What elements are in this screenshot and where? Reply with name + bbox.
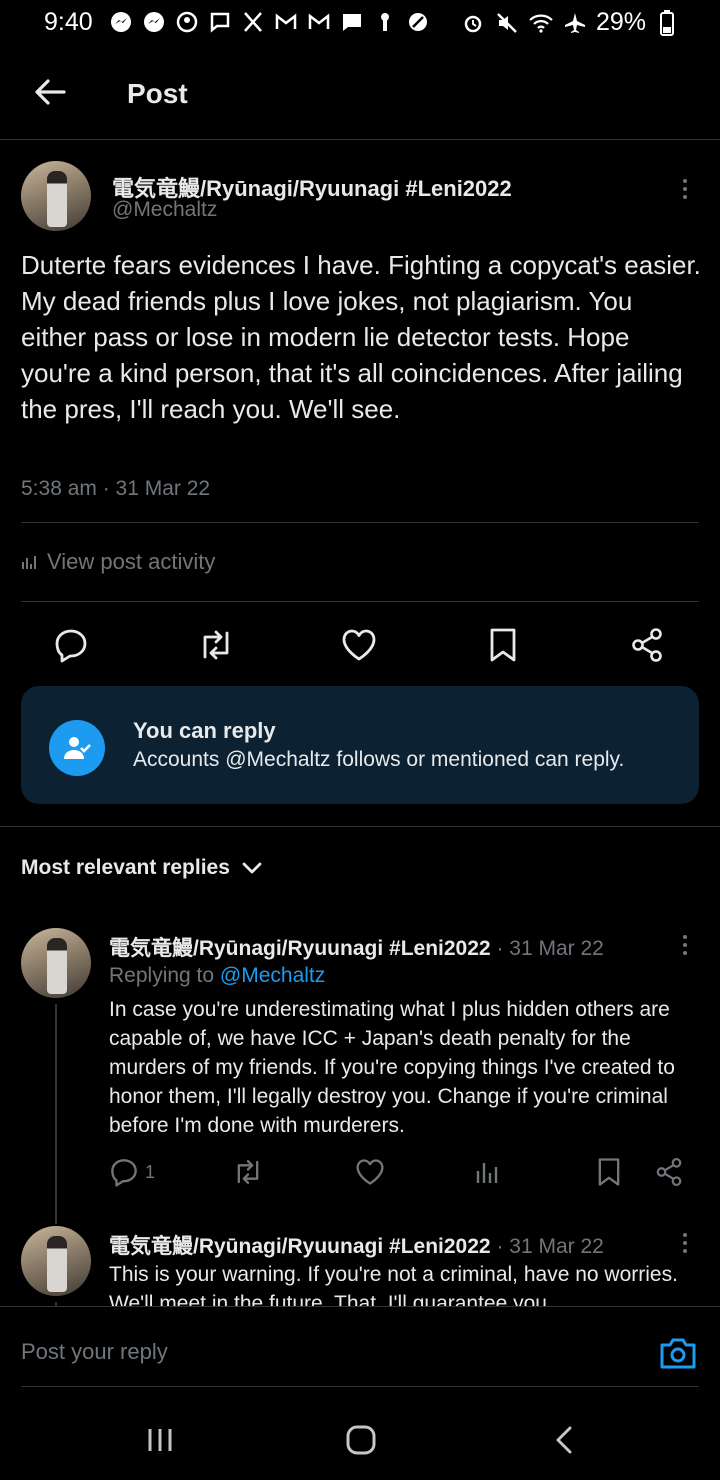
- bookmark-icon: [490, 628, 516, 662]
- repost-button[interactable]: [231, 1152, 265, 1192]
- notification-icons: [108, 9, 431, 35]
- analytics-icon: [476, 1163, 498, 1183]
- bookmark-button[interactable]: [596, 1152, 622, 1192]
- sort-label: Most relevant replies: [21, 856, 230, 879]
- home-button[interactable]: [331, 1420, 391, 1460]
- divider: [21, 1386, 699, 1387]
- messenger-icon: [141, 9, 167, 35]
- post-action-bar: [0, 623, 720, 667]
- system-back-button[interactable]: [534, 1420, 594, 1460]
- share-button[interactable]: [625, 623, 669, 667]
- reply-author-line[interactable]: 電気竜鰻/Ryūnagi/Ryuunagi #Leni2022 · 31 Mar…: [109, 1230, 604, 1260]
- reply-author-name: 電気竜鰻/Ryūnagi/Ryuunagi #Leni2022: [109, 937, 491, 960]
- reply-composer: [0, 1306, 720, 1390]
- status-right: 29%: [460, 8, 680, 37]
- avatar[interactable]: [21, 928, 91, 998]
- replying-to-prefix: Replying to: [109, 964, 215, 987]
- more-options-button[interactable]: [675, 1228, 695, 1258]
- airplane-icon: [562, 10, 588, 36]
- reply-icon: [55, 629, 87, 663]
- divider: [21, 522, 699, 523]
- replying-to: Replying to @Mechaltz: [109, 964, 325, 988]
- reply-author-name: 電気竜鰻/Ryūnagi/Ryuunagi #Leni2022: [109, 1235, 491, 1258]
- reply-permission-card: You can reply Accounts @Mechaltz follows…: [21, 686, 699, 804]
- repost-button[interactable]: [194, 623, 238, 667]
- like-icon: [356, 1159, 384, 1185]
- page-title: Post: [127, 78, 188, 109]
- avatar[interactable]: [21, 1226, 91, 1296]
- reply-date: · 31 Mar 22: [496, 937, 604, 960]
- messenger-icon: [108, 9, 134, 35]
- like-button[interactable]: [355, 1152, 385, 1192]
- divider: [0, 826, 720, 827]
- top-app-bar: Post: [0, 44, 720, 140]
- chat-icon: [207, 9, 233, 35]
- repost-icon: [203, 630, 229, 660]
- wifi-icon: [528, 10, 554, 36]
- gmail-icon: [273, 9, 299, 35]
- reply-text: This is your warning. If you're not a cr…: [109, 1263, 678, 1306]
- back-button[interactable]: [30, 72, 70, 112]
- bookmark-button[interactable]: [481, 623, 525, 667]
- camera-icon: [660, 1338, 696, 1369]
- camera-button[interactable]: [658, 1335, 698, 1371]
- post-timestamp: 5:38 am · 31 Mar 22: [21, 477, 211, 500]
- more-options-button[interactable]: [675, 174, 695, 204]
- view-post-activity-label: View post activity: [47, 549, 216, 574]
- chevron-down-icon: [242, 862, 262, 874]
- recents-button[interactable]: [130, 1420, 190, 1460]
- status-time: 9:40: [44, 8, 93, 36]
- share-icon: [632, 628, 662, 662]
- home-icon: [346, 1425, 376, 1455]
- divider: [21, 601, 699, 602]
- battery-icon: [654, 9, 680, 36]
- x-icon: [240, 9, 266, 35]
- account-icon: [174, 9, 200, 35]
- view-post-activity-link[interactable]: View post activity: [21, 549, 215, 575]
- reply-button[interactable]: [49, 623, 93, 667]
- recents-icon: [148, 1429, 172, 1451]
- keyhole-icon: [372, 9, 398, 35]
- repost-icon: [237, 1160, 259, 1184]
- reply-icon: [111, 1159, 137, 1187]
- reply-button[interactable]: 1: [109, 1152, 155, 1192]
- share-icon: [656, 1158, 682, 1186]
- reply-permission-title: You can reply: [133, 718, 276, 743]
- status-bar: 9:40 29%: [0, 0, 720, 44]
- replying-to-mention[interactable]: @Mechaltz: [220, 964, 325, 987]
- mute-icon: [494, 10, 520, 36]
- back-icon: [556, 1426, 572, 1454]
- person-check-icon: [49, 720, 105, 776]
- system-navigation-bar: [0, 1390, 720, 1480]
- gmail-icon: [306, 9, 332, 35]
- reply-author-line[interactable]: 電気竜鰻/Ryūnagi/Ryuunagi #Leni2022 · 31 Mar…: [109, 932, 604, 962]
- share-button[interactable]: [654, 1152, 684, 1192]
- like-icon: [342, 629, 376, 661]
- block-icon: [405, 9, 431, 35]
- bookmark-icon: [598, 1158, 620, 1186]
- author-handle[interactable]: @Mechaltz: [112, 198, 217, 222]
- alarm-icon: [460, 10, 486, 36]
- reply-date: · 31 Mar 22: [496, 1235, 604, 1258]
- avatar[interactable]: [21, 161, 91, 231]
- reply-text: In case you're underestimating what I pl…: [109, 998, 675, 1137]
- more-options-button[interactable]: [675, 930, 695, 960]
- reply-count: 1: [145, 1161, 156, 1182]
- reply-input[interactable]: [21, 1339, 621, 1365]
- reply-permission-text: Accounts @Mechaltz follows or mentioned …: [133, 748, 625, 771]
- post-text: Duterte fears evidences I have. Fighting…: [21, 250, 701, 424]
- message-icon: [339, 9, 365, 35]
- like-button[interactable]: [337, 623, 381, 667]
- reply-item: 電気竜鰻/Ryūnagi/Ryuunagi #Leni2022 · 31 Mar…: [0, 1226, 720, 1306]
- reply-action-bar: 1: [0, 1152, 720, 1192]
- analytics-icon: [22, 556, 36, 569]
- replies-sort-dropdown[interactable]: Most relevant replies: [21, 856, 262, 880]
- battery-percent: 29%: [595, 8, 646, 36]
- back-arrow-icon: [35, 79, 66, 105]
- view-analytics-button[interactable]: [475, 1152, 499, 1192]
